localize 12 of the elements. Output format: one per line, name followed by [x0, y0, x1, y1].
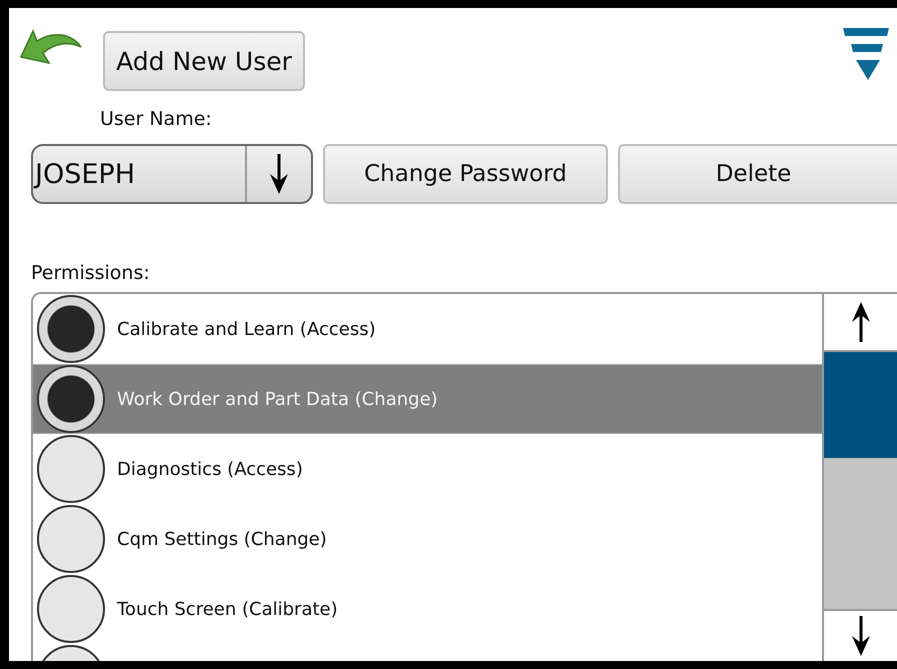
change-password-button[interactable]: Change Password — [323, 144, 608, 204]
up-arrow-icon — [850, 302, 870, 342]
permission-row[interactable]: Work Order and Part Data (Change) — [33, 364, 822, 434]
delete-button[interactable]: Delete — [618, 144, 897, 204]
radio-button[interactable] — [37, 295, 105, 363]
user-name-label: User Name: — [100, 108, 213, 132]
permissions-label: Permissions: — [31, 262, 151, 286]
add-new-user-button[interactable]: Add New User — [103, 31, 305, 91]
user-name-dropdown[interactable]: JOSEPH — [31, 144, 313, 204]
down-arrow-icon — [269, 154, 289, 194]
down-arrow-icon — [850, 616, 870, 656]
scroll-thumb[interactable] — [824, 352, 897, 458]
